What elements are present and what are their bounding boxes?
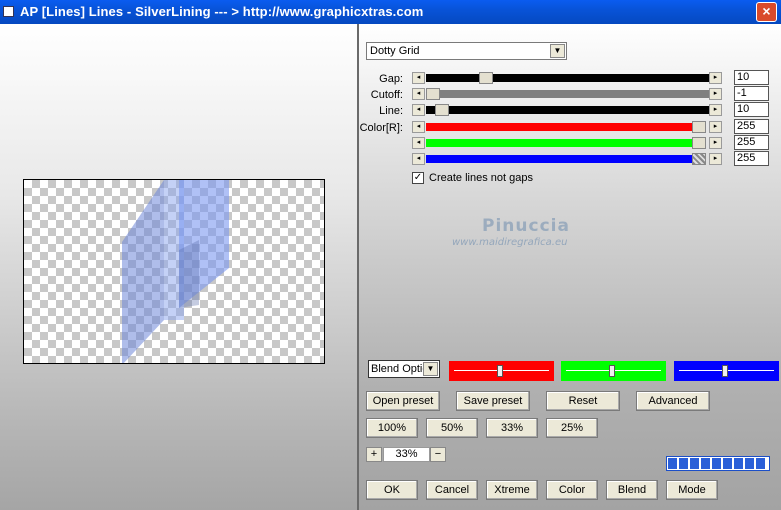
- progress-cell: [679, 458, 688, 469]
- gap-label: Gap:: [379, 73, 403, 85]
- mode-button[interactable]: Mode: [666, 480, 718, 500]
- scroll-right-icon[interactable]: ▸: [709, 88, 722, 100]
- cutoff-track: [426, 90, 709, 98]
- zoom-50-button[interactable]: 50%: [426, 418, 478, 438]
- green-value[interactable]: 255: [734, 135, 769, 150]
- green-blend-thumb[interactable]: [609, 365, 615, 377]
- line-slider[interactable]: ◂ ▸: [412, 104, 725, 116]
- gap-track: [426, 74, 709, 82]
- save-preset-button[interactable]: Save preset: [456, 391, 530, 411]
- blend-options-value: Blend Optio: [371, 363, 423, 375]
- scroll-left-icon[interactable]: ◂: [412, 72, 425, 84]
- reset-button[interactable]: Reset: [546, 391, 620, 411]
- app-icon[interactable]: [3, 6, 14, 17]
- preset-value: Dotty Grid: [370, 45, 420, 57]
- progress-cell: [734, 458, 743, 469]
- gap-thumb[interactable]: [479, 72, 493, 84]
- scroll-left-icon[interactable]: ◂: [412, 88, 425, 100]
- red-track: [426, 123, 692, 131]
- progress-cell: [745, 458, 754, 469]
- close-button[interactable]: ×: [756, 2, 777, 22]
- blend-options-dropdown[interactable]: Blend Optio ▼: [368, 360, 440, 378]
- scroll-left-icon[interactable]: ◂: [412, 104, 425, 116]
- cutoff-slider[interactable]: ◂ ▸: [412, 88, 725, 100]
- zoom-out-button[interactable]: −: [430, 447, 446, 462]
- progress-cell: [668, 458, 677, 469]
- line-label: Line:: [379, 105, 403, 117]
- green-slider[interactable]: ◂ ▸: [412, 137, 725, 149]
- blue-blend-thumb[interactable]: [722, 365, 728, 377]
- blue-thumb[interactable]: [692, 153, 706, 165]
- chevron-down-icon[interactable]: ▼: [423, 362, 438, 376]
- title-bar: AP [Lines] Lines - SilverLining --- > ht…: [0, 0, 781, 24]
- advanced-button[interactable]: Advanced: [636, 391, 710, 411]
- cutoff-value[interactable]: -1: [734, 86, 769, 101]
- red-blend-box[interactable]: [449, 361, 554, 381]
- blue-slider[interactable]: ◂ ▸: [412, 153, 725, 165]
- watermark-name: Pinuccia: [482, 216, 570, 236]
- xtreme-button[interactable]: Xtreme: [486, 480, 538, 500]
- cutoff-label: Cutoff:: [370, 89, 403, 101]
- zoom-in-button[interactable]: +: [366, 447, 382, 462]
- color-button[interactable]: Color: [546, 480, 598, 500]
- zoom-value[interactable]: 33%: [383, 447, 430, 462]
- blue-blend-box[interactable]: [674, 361, 779, 381]
- control-panel: Dotty Grid ▼ Gap: ◂ ▸ 10 Cutoff: ◂ ▸ -1 …: [359, 24, 781, 510]
- scroll-right-icon[interactable]: ▸: [709, 104, 722, 116]
- line-value[interactable]: 10: [734, 102, 769, 117]
- progress-cell: [690, 458, 699, 469]
- cancel-button[interactable]: Cancel: [426, 480, 478, 500]
- red-blend-thumb[interactable]: [497, 365, 503, 377]
- scroll-right-icon[interactable]: ▸: [709, 72, 722, 84]
- progress-cell: [723, 458, 732, 469]
- scroll-left-icon[interactable]: ◂: [412, 153, 425, 165]
- preview-image[interactable]: [23, 179, 325, 364]
- watermark-url: www.maidiregrafica.eu: [452, 237, 568, 248]
- preview-shapes: [122, 180, 229, 363]
- zoom-100-button[interactable]: 100%: [366, 418, 418, 438]
- scroll-right-icon[interactable]: ▸: [709, 153, 722, 165]
- line-thumb[interactable]: [435, 104, 449, 116]
- preview-panel: [0, 24, 357, 510]
- gap-slider[interactable]: ◂ ▸: [412, 72, 725, 84]
- ok-button[interactable]: OK: [366, 480, 418, 500]
- green-thumb[interactable]: [692, 137, 706, 149]
- preset-dropdown[interactable]: Dotty Grid ▼: [366, 42, 567, 60]
- red-slider[interactable]: ◂ ▸: [412, 121, 725, 133]
- scroll-left-icon[interactable]: ◂: [412, 121, 425, 133]
- progress-cell: [712, 458, 721, 469]
- gap-value[interactable]: 10: [734, 70, 769, 85]
- create-lines-checkbox[interactable]: ✓: [412, 172, 424, 184]
- blue-track: [426, 155, 692, 163]
- red-thumb[interactable]: [692, 121, 706, 133]
- color-r-label: Color[R]:: [359, 122, 403, 134]
- progress-bar: [666, 456, 770, 471]
- progress-cell: [756, 458, 765, 469]
- blue-value[interactable]: 255: [734, 151, 769, 166]
- chevron-down-icon[interactable]: ▼: [550, 44, 565, 58]
- blend-button[interactable]: Blend: [606, 480, 658, 500]
- open-preset-button[interactable]: Open preset: [366, 391, 440, 411]
- scroll-right-icon[interactable]: ▸: [709, 137, 722, 149]
- red-value[interactable]: 255: [734, 119, 769, 134]
- line-track: [426, 106, 709, 114]
- progress-cell: [701, 458, 710, 469]
- scroll-left-icon[interactable]: ◂: [412, 137, 425, 149]
- green-blend-box[interactable]: [561, 361, 666, 381]
- create-lines-label: Create lines not gaps: [429, 172, 533, 184]
- cutoff-thumb[interactable]: [426, 88, 440, 100]
- zoom-33-button[interactable]: 33%: [486, 418, 538, 438]
- scroll-right-icon[interactable]: ▸: [709, 121, 722, 133]
- window-title: AP [Lines] Lines - SilverLining --- > ht…: [20, 4, 424, 19]
- green-track: [426, 139, 692, 147]
- zoom-25-button[interactable]: 25%: [546, 418, 598, 438]
